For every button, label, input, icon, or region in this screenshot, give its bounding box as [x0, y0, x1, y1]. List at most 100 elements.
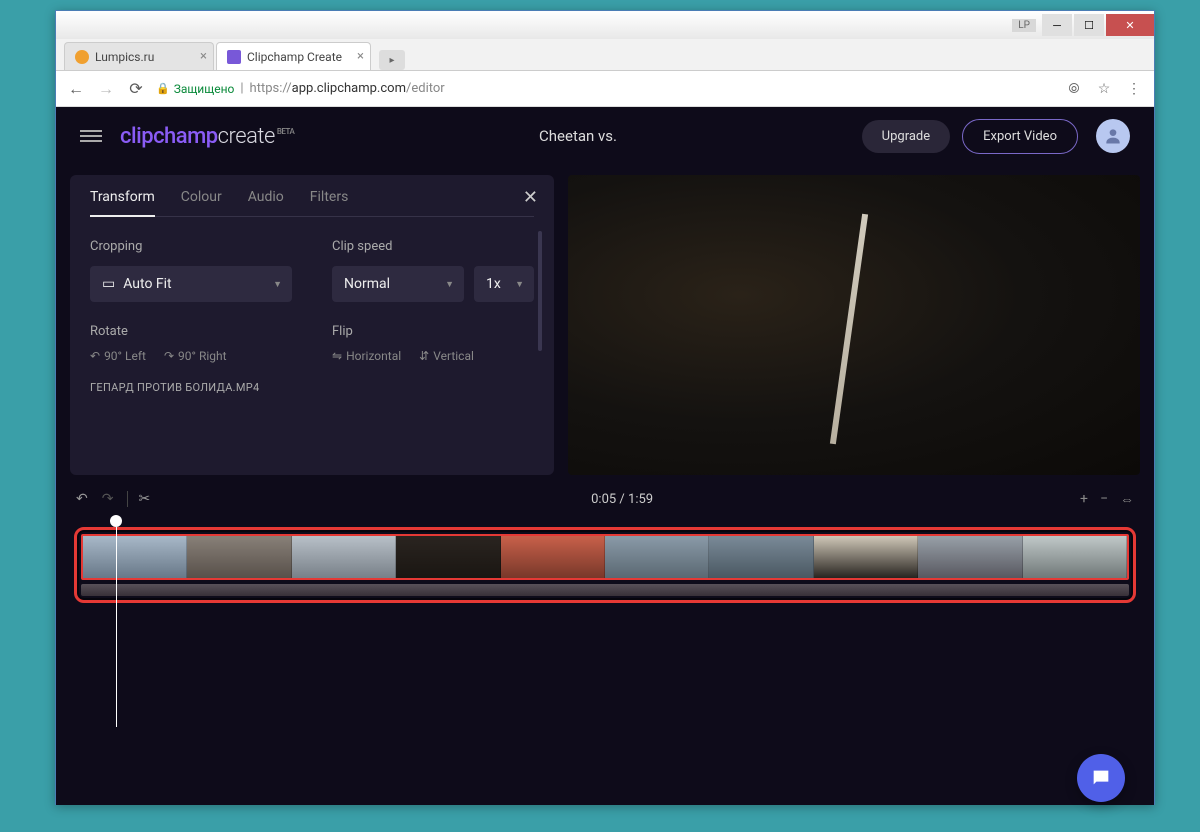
- video-preview[interactable]: [568, 175, 1140, 475]
- clipspeed-dropdown[interactable]: Normal ▼: [332, 266, 464, 302]
- clip-thumbnail: [292, 536, 396, 578]
- audio-track[interactable]: [81, 584, 1129, 596]
- panel-tabs: Transform Colour Audio Filters: [90, 189, 534, 217]
- clip-thumbnail: [1023, 536, 1127, 578]
- clipspeed-mult: 1x: [486, 276, 501, 292]
- nav-forward-button[interactable]: →: [96, 79, 116, 99]
- rotate-left-button[interactable]: ↶90° Left: [90, 349, 146, 363]
- playhead-line: [116, 527, 117, 727]
- titlebar-user-badge: LP: [1012, 19, 1036, 32]
- url-path: /editor: [406, 81, 445, 96]
- redo-button[interactable]: ↷: [102, 491, 114, 507]
- secure-label: Защищено: [174, 82, 235, 96]
- tab-transform[interactable]: Transform: [90, 189, 155, 217]
- browser-addressbar: ← → ⟳ 🔒 Защищено | https:// app.clipcham…: [56, 71, 1154, 107]
- app-logo: clipchampcreateBETA: [120, 124, 294, 149]
- window-titlebar: LP: [56, 11, 1154, 39]
- timeline-highlight: [74, 527, 1136, 603]
- playhead[interactable]: [116, 515, 122, 727]
- time-sep: /: [616, 492, 628, 507]
- favicon-icon: [75, 50, 89, 64]
- window-minimize-button[interactable]: [1042, 14, 1072, 36]
- video-clip[interactable]: [81, 534, 1129, 580]
- timeline-toolbar: ↶ ↷ ✂ 0:05 / 1:59 + − ⇔: [56, 483, 1154, 515]
- tab-close-icon[interactable]: ×: [200, 49, 207, 64]
- clip-thumbnail: [605, 536, 709, 578]
- clip-filename: ГЕПАРД ПРОТИВ БОЛИДА.MP4: [90, 381, 534, 394]
- nav-back-button[interactable]: ←: [66, 79, 86, 99]
- time-current: 0:05: [591, 492, 616, 507]
- clip-thumbnail: [501, 536, 605, 578]
- tab-colour[interactable]: Colour: [181, 189, 222, 216]
- browser-tabstrip: Lumpics.ru × Clipchamp Create × ▸: [56, 39, 1154, 71]
- clipspeed-multiplier-dropdown[interactable]: 1x ▼: [474, 266, 534, 302]
- zoom-fit-button[interactable]: ⇔: [1120, 491, 1134, 508]
- cropping-value: Auto Fit: [123, 276, 171, 292]
- timeline-area[interactable]: [56, 515, 1154, 805]
- autofit-icon: ▭: [102, 276, 115, 292]
- window-close-button[interactable]: [1106, 14, 1154, 36]
- workspace: ✕ Transform Colour Audio Filters Croppin…: [56, 165, 1154, 475]
- flip-h-icon: ⇋: [332, 349, 342, 363]
- chevron-down-icon: ▼: [273, 279, 282, 290]
- flip-label: Flip: [332, 324, 534, 339]
- app-header: clipchampcreateBETA Cheetan vs. Upgrade …: [56, 107, 1154, 165]
- browser-window: LP Lumpics.ru × Clipchamp Create × ▸ ← →…: [55, 10, 1155, 805]
- favicon-icon: [227, 50, 241, 64]
- url-host: app.clipchamp.com: [292, 81, 406, 96]
- flip-vertical-button[interactable]: ⇵Vertical: [419, 349, 474, 363]
- preview-frame: [568, 175, 1140, 475]
- flip-horizontal-button[interactable]: ⇋Horizontal: [332, 349, 401, 363]
- panel-scrollbar[interactable]: [538, 231, 542, 351]
- nav-reload-button[interactable]: ⟳: [126, 79, 146, 99]
- clip-thumbnail: [709, 536, 813, 578]
- tab-title: Lumpics.ru: [95, 50, 154, 64]
- user-avatar[interactable]: [1096, 119, 1130, 153]
- cropping-label: Cropping: [90, 239, 292, 254]
- clip-thumbnail: [83, 536, 187, 578]
- panel-close-icon[interactable]: ✕: [523, 187, 538, 208]
- split-button[interactable]: ✂: [138, 491, 150, 507]
- url-separator: |: [240, 81, 243, 96]
- tab-filters[interactable]: Filters: [310, 189, 349, 216]
- timeline-timecode: 0:05 / 1:59: [164, 492, 1080, 507]
- tab-audio[interactable]: Audio: [248, 189, 284, 216]
- clip-thumbnail: [396, 536, 500, 578]
- browser-tab-clipchamp[interactable]: Clipchamp Create ×: [216, 42, 371, 70]
- support-chat-button[interactable]: [1077, 754, 1125, 802]
- clipspeed-value: Normal: [344, 276, 390, 292]
- cropping-dropdown[interactable]: ▭ Auto Fit ▼: [90, 266, 292, 302]
- export-video-button[interactable]: Export Video: [962, 119, 1078, 154]
- zoom-in-button[interactable]: +: [1080, 491, 1088, 508]
- clipchamp-app: clipchampcreateBETA Cheetan vs. Upgrade …: [56, 107, 1154, 805]
- browser-menu-icon[interactable]: ⋮: [1124, 79, 1144, 99]
- logo-create: create: [218, 124, 275, 149]
- separator: [127, 491, 128, 507]
- translate-icon[interactable]: ⦾: [1064, 79, 1084, 99]
- clip-thumbnail: [187, 536, 291, 578]
- rotate-right-icon: ↷: [164, 349, 174, 363]
- project-title[interactable]: Cheetan vs.: [294, 127, 861, 145]
- tab-close-icon[interactable]: ×: [357, 49, 364, 64]
- url-field[interactable]: 🔒 Защищено | https:// app.clipchamp.com …: [156, 81, 1054, 96]
- hamburger-menu-icon[interactable]: [80, 125, 102, 147]
- undo-button[interactable]: ↶: [76, 491, 88, 507]
- browser-tab-lumpics[interactable]: Lumpics.ru ×: [64, 42, 214, 70]
- playhead-knob-icon[interactable]: [110, 515, 122, 527]
- time-total: 1:59: [628, 492, 653, 507]
- zoom-out-button[interactable]: −: [1100, 491, 1108, 508]
- rotate-left-icon: ↶: [90, 349, 100, 363]
- clipspeed-label: Clip speed: [332, 239, 534, 254]
- clip-thumbnail: [814, 536, 918, 578]
- window-maximize-button[interactable]: [1074, 14, 1104, 36]
- logo-beta: BETA: [277, 127, 294, 136]
- bookmark-star-icon[interactable]: ☆: [1094, 79, 1114, 99]
- upgrade-button[interactable]: Upgrade: [862, 120, 950, 153]
- chevron-down-icon: ▼: [445, 279, 454, 290]
- flip-v-icon: ⇵: [419, 349, 429, 363]
- chevron-down-icon: ▼: [515, 279, 524, 290]
- rotate-right-button[interactable]: ↷90° Right: [164, 349, 227, 363]
- properties-panel: ✕ Transform Colour Audio Filters Croppin…: [70, 175, 554, 475]
- new-tab-button[interactable]: ▸: [379, 50, 405, 70]
- logo-clip: clipchamp: [120, 124, 218, 149]
